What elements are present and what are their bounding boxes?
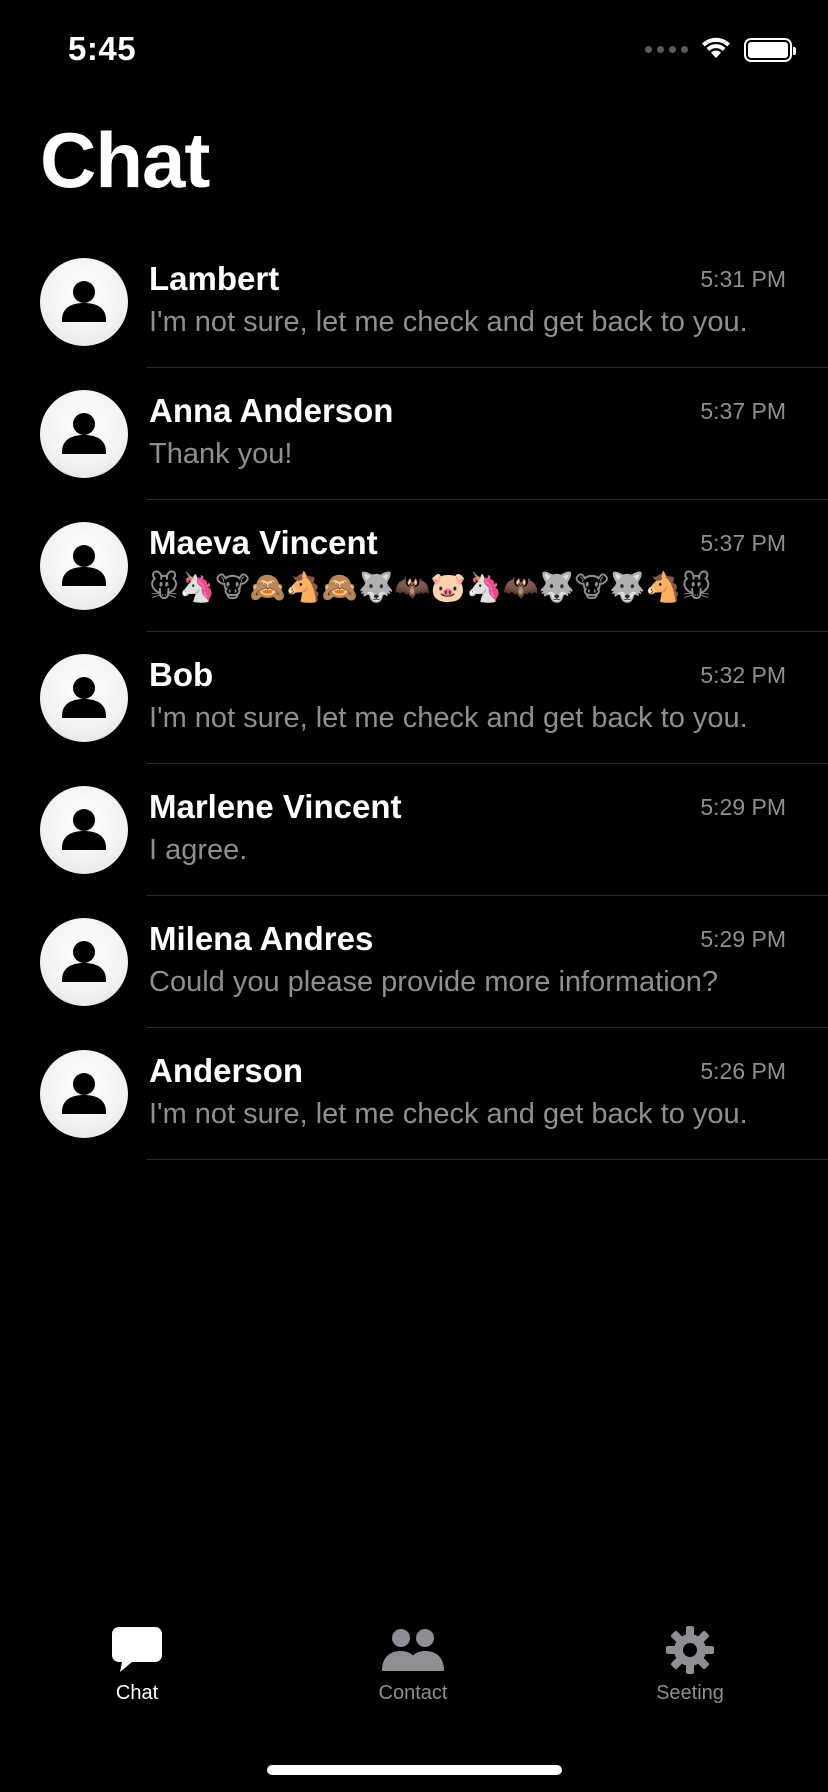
chat-name: Anna Anderson xyxy=(149,392,394,429)
chat-name: Maeva Vincent xyxy=(149,524,378,561)
chat-time: 5:32 PM xyxy=(700,662,786,688)
tab-label: Contact xyxy=(378,1682,448,1704)
chat-time: 5:29 PM xyxy=(700,926,786,952)
chat-bubble-icon xyxy=(57,1620,217,1680)
chat-name: Anderson xyxy=(149,1052,304,1089)
chat-time: 5:29 PM xyxy=(700,794,786,820)
status-bar: 5:45 xyxy=(0,0,828,100)
chat-preview: 🐭🦄🐮🙈🐴🙈🐺🦇🐷🦄🦇🐺🐮🐺🐴🐭 xyxy=(149,572,712,604)
tab-bar: Chat Contact Seeting xyxy=(0,1620,828,1720)
chat-name: Lambert xyxy=(149,260,280,297)
tab-label: Seeting xyxy=(656,1682,724,1704)
chat-row[interactable]: Marlene Vincent 5:29 PM I agree. xyxy=(0,764,828,896)
chat-time: 5:26 PM xyxy=(700,1058,786,1084)
chat-preview: I'm not sure, let me check and get back … xyxy=(149,702,748,734)
chat-time: 5:37 PM xyxy=(700,398,786,424)
chat-preview: I'm not sure, let me check and get back … xyxy=(149,306,748,338)
chat-row[interactable]: Anna Anderson 5:37 PM Thank you! xyxy=(0,368,828,500)
tab-chat[interactable]: Chat xyxy=(57,1620,217,1705)
page-title: Chat xyxy=(40,116,210,204)
chat-preview: Thank you! xyxy=(149,438,293,470)
chat-list: Lambert 5:31 PM I'm not sure, let me che… xyxy=(0,236,828,1160)
chat-preview: Could you please provide more informatio… xyxy=(149,966,719,998)
chat-row[interactable]: Maeva Vincent 5:37 PM 🐭🦄🐮🙈🐴🙈🐺🦇🐷🦄🦇🐺🐮🐺🐴🐭 xyxy=(0,500,828,632)
chat-name: Bob xyxy=(149,656,214,693)
avatar-icon xyxy=(40,258,128,346)
wifi-icon xyxy=(700,34,732,65)
tab-label: Chat xyxy=(115,1682,159,1704)
avatar-icon xyxy=(40,654,128,742)
chat-row[interactable]: Lambert 5:31 PM I'm not sure, let me che… xyxy=(0,236,828,368)
avatar-icon xyxy=(40,918,128,1006)
battery-icon xyxy=(744,37,796,62)
chat-time: 5:31 PM xyxy=(700,266,786,292)
chat-preview: I'm not sure, let me check and get back … xyxy=(149,1098,748,1130)
status-indicators xyxy=(645,34,796,65)
gear-icon xyxy=(610,1620,770,1680)
home-indicator[interactable] xyxy=(267,1765,562,1775)
people-icon xyxy=(333,1620,493,1680)
avatar-icon xyxy=(40,522,128,610)
avatar-icon xyxy=(40,1050,128,1138)
cellular-signal-icon xyxy=(645,35,688,65)
chat-row[interactable]: Milena Andres 5:29 PM Could you please p… xyxy=(0,896,828,1028)
tab-setting[interactable]: Seeting xyxy=(610,1620,770,1705)
chat-row[interactable]: Bob 5:32 PM I'm not sure, let me check a… xyxy=(0,632,828,764)
chat-row[interactable]: Anderson 5:26 PM I'm not sure, let me ch… xyxy=(0,1028,828,1160)
tab-contact[interactable]: Contact xyxy=(333,1620,493,1705)
chat-preview: I agree. xyxy=(149,834,248,866)
status-time: 5:45 xyxy=(68,30,137,67)
chat-name: Marlene Vincent xyxy=(149,788,402,825)
chat-name: Milena Andres xyxy=(149,920,374,957)
avatar-icon xyxy=(40,786,128,874)
avatar-icon xyxy=(40,390,128,478)
divider xyxy=(147,1159,828,1160)
chat-time: 5:37 PM xyxy=(700,530,786,556)
